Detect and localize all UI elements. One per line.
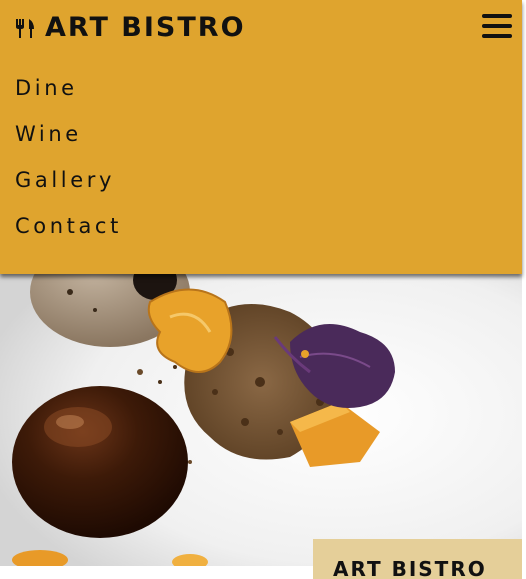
intro-card: ART BISTRO [313, 539, 522, 579]
nav-menu-panel: ART BISTRO Dine Wine Gallery Contact [0, 0, 522, 274]
hamburger-icon [482, 14, 512, 18]
nav-item-dine: Dine [15, 70, 122, 116]
hero-image [0, 262, 522, 566]
nav-link-gallery[interactable]: Gallery [15, 168, 115, 192]
page-gutter [522, 0, 526, 566]
nav-link-dine[interactable]: Dine [15, 76, 78, 100]
nav-item-wine: Wine [15, 116, 122, 162]
card-title: ART BISTRO [333, 557, 487, 579]
brand-link[interactable]: ART BISTRO [14, 10, 246, 46]
plated-dessert-illustration [0, 262, 522, 566]
nav-link-contact[interactable]: Contact [15, 214, 122, 238]
nav-links: Dine Wine Gallery Contact [15, 70, 122, 254]
hamburger-icon-bottom-bar [482, 34, 512, 38]
nav-link-wine[interactable]: Wine [15, 122, 82, 146]
hamburger-menu-button[interactable] [482, 12, 512, 40]
nav-item-contact: Contact [15, 208, 122, 254]
utensils-icon [14, 17, 36, 39]
brand-name: ART BISTRO [45, 12, 246, 43]
nav-item-gallery: Gallery [15, 162, 122, 208]
hamburger-icon-middle-bar [482, 24, 512, 28]
